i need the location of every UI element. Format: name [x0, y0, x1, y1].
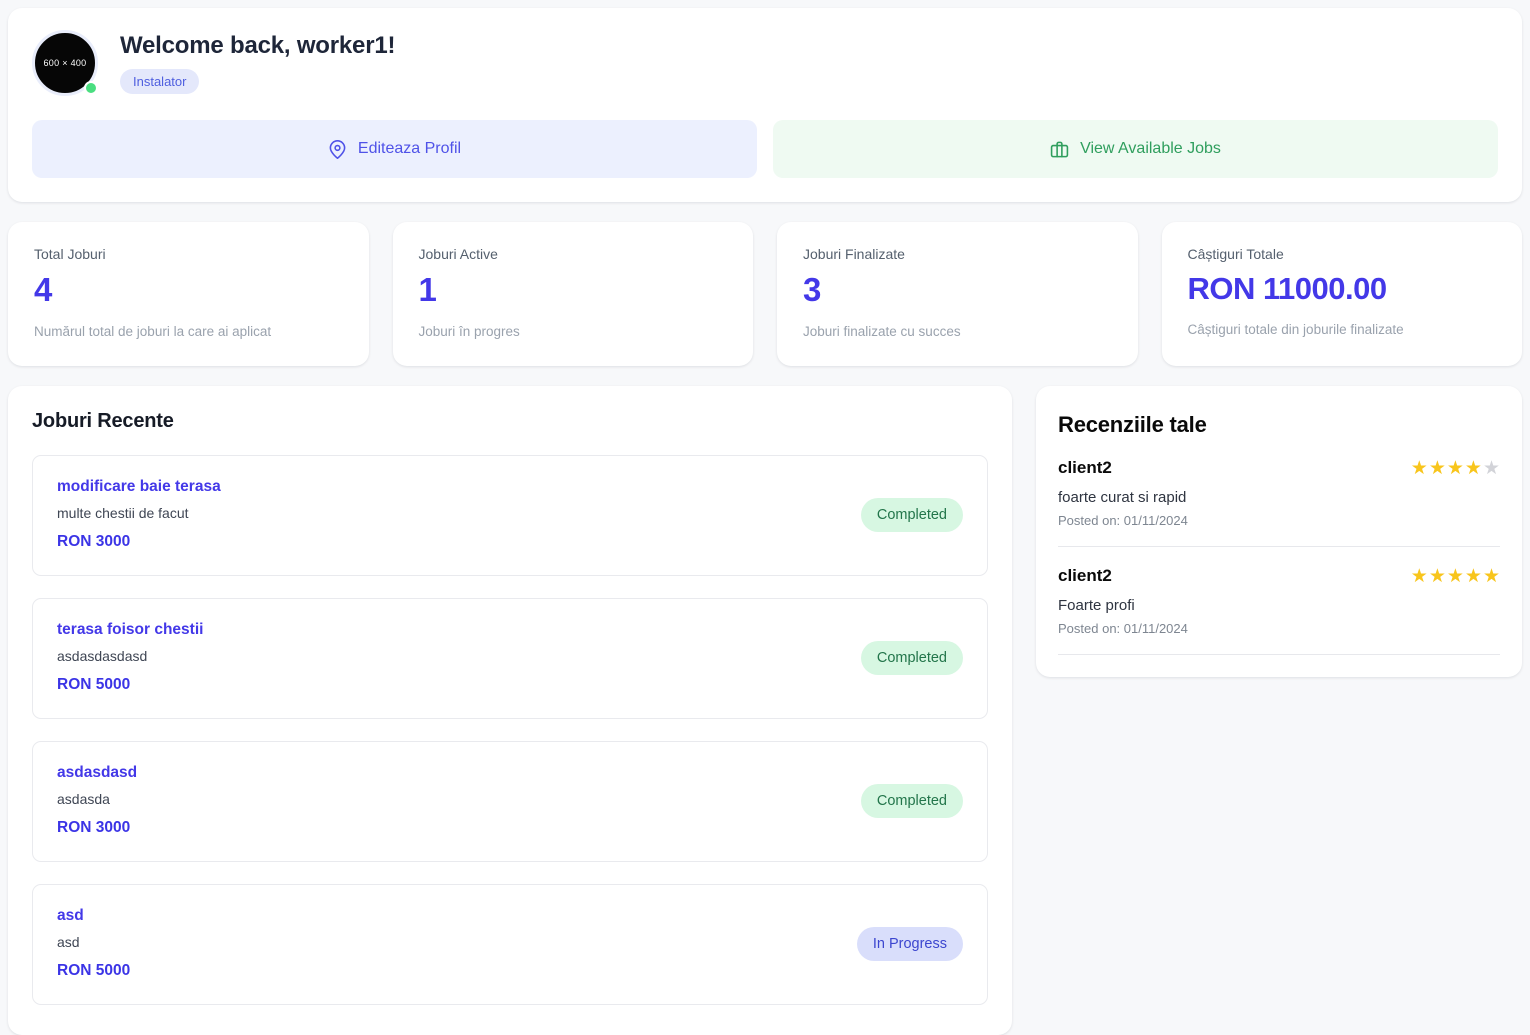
job-info: asd asd RON 5000: [57, 907, 130, 980]
role-badge: Instalator: [120, 69, 200, 94]
stat-card-castiguri-totale: Câștiguri Totale RON 11000.00 Câștiguri …: [1161, 222, 1522, 366]
page-title: Welcome back, worker1!: [120, 32, 396, 59]
recent-jobs-card: Joburi Recente modificare baie terasa mu…: [8, 386, 1012, 1035]
job-price: RON 3000: [57, 819, 131, 836]
stat-value: RON 11000.00: [1187, 271, 1388, 306]
job-info: modificare baie terasa multe chestii de …: [57, 478, 221, 551]
view-available-jobs-label: View Available Jobs: [1080, 140, 1221, 157]
star-icon: ★: [1482, 565, 1500, 587]
reviews-title: Recenziile tale: [1058, 412, 1207, 437]
star-icon: ★: [1482, 457, 1500, 479]
review-header: client2 ★ ★ ★ ★ ★: [1058, 566, 1500, 586]
welcome-card: 600 × 400 Welcome back, worker1! Instala…: [8, 8, 1522, 202]
stat-description: Joburi finalizate cu succes: [803, 324, 961, 340]
star-rating: ★ ★ ★ ★ ★: [1411, 459, 1500, 478]
map-pin-icon: [328, 139, 347, 159]
review-author: client2: [1058, 566, 1112, 585]
welcome-row: 600 × 400 Welcome back, worker1! Instala…: [32, 30, 1498, 96]
online-status-indicator: [84, 81, 98, 95]
job-list-item[interactable]: terasa foisor chestii asdasdasdasd RON 5…: [32, 598, 988, 719]
star-icon: ★: [1410, 565, 1428, 587]
review-text: Foarte profi: [1058, 597, 1135, 614]
status-badge: Completed: [860, 497, 963, 532]
recent-jobs-title: Joburi Recente: [32, 410, 174, 432]
stat-value: 3: [803, 271, 821, 308]
stat-description: Câștiguri totale din joburile finalizate: [1187, 322, 1404, 338]
star-icon: ★: [1428, 457, 1446, 479]
star-icon: ★: [1428, 565, 1446, 587]
lower-row: Joburi Recente modificare baie terasa mu…: [8, 386, 1522, 1035]
stat-label: Total Joburi: [34, 246, 106, 262]
dashboard-page: 600 × 400 Welcome back, worker1! Instala…: [0, 0, 1530, 1035]
star-icon: ★: [1446, 457, 1464, 479]
stat-description: Joburi în progres: [418, 324, 520, 340]
job-list-item[interactable]: modificare baie terasa multe chestii de …: [32, 455, 988, 576]
review-author: client2: [1058, 458, 1112, 477]
recent-jobs-list: modificare baie terasa multe chestii de …: [32, 455, 988, 1005]
job-list-item[interactable]: asd asd RON 5000 In Progress: [32, 884, 988, 1005]
job-title: asd: [57, 907, 84, 924]
job-price: RON 5000: [57, 962, 131, 979]
stat-value: 1: [418, 271, 437, 308]
header-actions: Editeaza Profil View Available Jobs: [32, 120, 1498, 178]
welcome-text: Welcome back, worker1! Instalator: [120, 32, 395, 94]
star-icon: ★: [1464, 457, 1482, 479]
stat-label: Joburi Active: [418, 246, 498, 262]
job-title: terasa foisor chestii: [57, 621, 204, 638]
status-badge: In Progress: [856, 926, 963, 961]
job-description: asdasda: [57, 791, 110, 807]
stat-label: Câștiguri Totale: [1187, 246, 1284, 262]
job-info: terasa foisor chestii asdasdasdasd RON 5…: [57, 621, 203, 694]
stat-value: 4: [34, 271, 52, 308]
stat-card-joburi-finalizate: Joburi Finalizate 3 Joburi finalizate cu…: [777, 222, 1138, 366]
stats-row: Total Joburi 4 Numărul total de joburi l…: [8, 222, 1522, 366]
review-text: foarte curat si rapid: [1058, 489, 1187, 506]
stat-label: Joburi Finalizate: [803, 246, 905, 262]
view-available-jobs-button[interactable]: View Available Jobs: [773, 120, 1498, 178]
review-item: client2 ★ ★ ★ ★ ★ foarte curat si rapid Post…: [1058, 458, 1500, 547]
job-list-item[interactable]: asdasdasd asdasda RON 3000 Completed: [32, 741, 988, 862]
review-date: Posted on: 01/11/2024: [1058, 621, 1188, 636]
job-price: RON 5000: [57, 676, 131, 693]
job-price: RON 3000: [57, 533, 131, 550]
star-icon: ★: [1446, 565, 1464, 587]
stat-card-total-joburi: Total Joburi 4 Numărul total de joburi l…: [8, 222, 369, 366]
star-icon: ★: [1464, 565, 1482, 587]
briefcase-icon: [1050, 140, 1069, 159]
status-badge: Completed: [860, 640, 963, 675]
job-info: asdasdasd asdasda RON 3000: [57, 764, 137, 837]
review-header: client2 ★ ★ ★ ★ ★: [1058, 458, 1500, 478]
edit-profile-button[interactable]: Editeaza Profil: [32, 120, 757, 178]
job-description: asd: [57, 934, 80, 950]
star-icon: ★: [1410, 457, 1428, 479]
stat-card-joburi-active: Joburi Active 1 Joburi în progres: [392, 222, 753, 366]
status-badge: Completed: [860, 783, 963, 818]
star-rating: ★ ★ ★ ★ ★: [1411, 567, 1500, 586]
review-item: client2 ★ ★ ★ ★ ★ Foarte profi Posted on: 01…: [1058, 566, 1500, 655]
stat-description: Numărul total de joburi la care ai aplic…: [34, 324, 272, 340]
job-title: modificare baie terasa: [57, 478, 221, 495]
reviews-card: Recenziile tale client2 ★ ★ ★ ★ ★ foarte cur…: [1036, 386, 1522, 677]
job-description: multe chestii de facut: [57, 505, 189, 521]
job-description: asdasdasdasd: [57, 648, 148, 664]
avatar[interactable]: 600 × 400: [32, 30, 98, 96]
edit-profile-label: Editeaza Profil: [357, 140, 462, 157]
job-title: asdasdasd: [57, 764, 138, 781]
review-date: Posted on: 01/11/2024: [1058, 513, 1188, 528]
